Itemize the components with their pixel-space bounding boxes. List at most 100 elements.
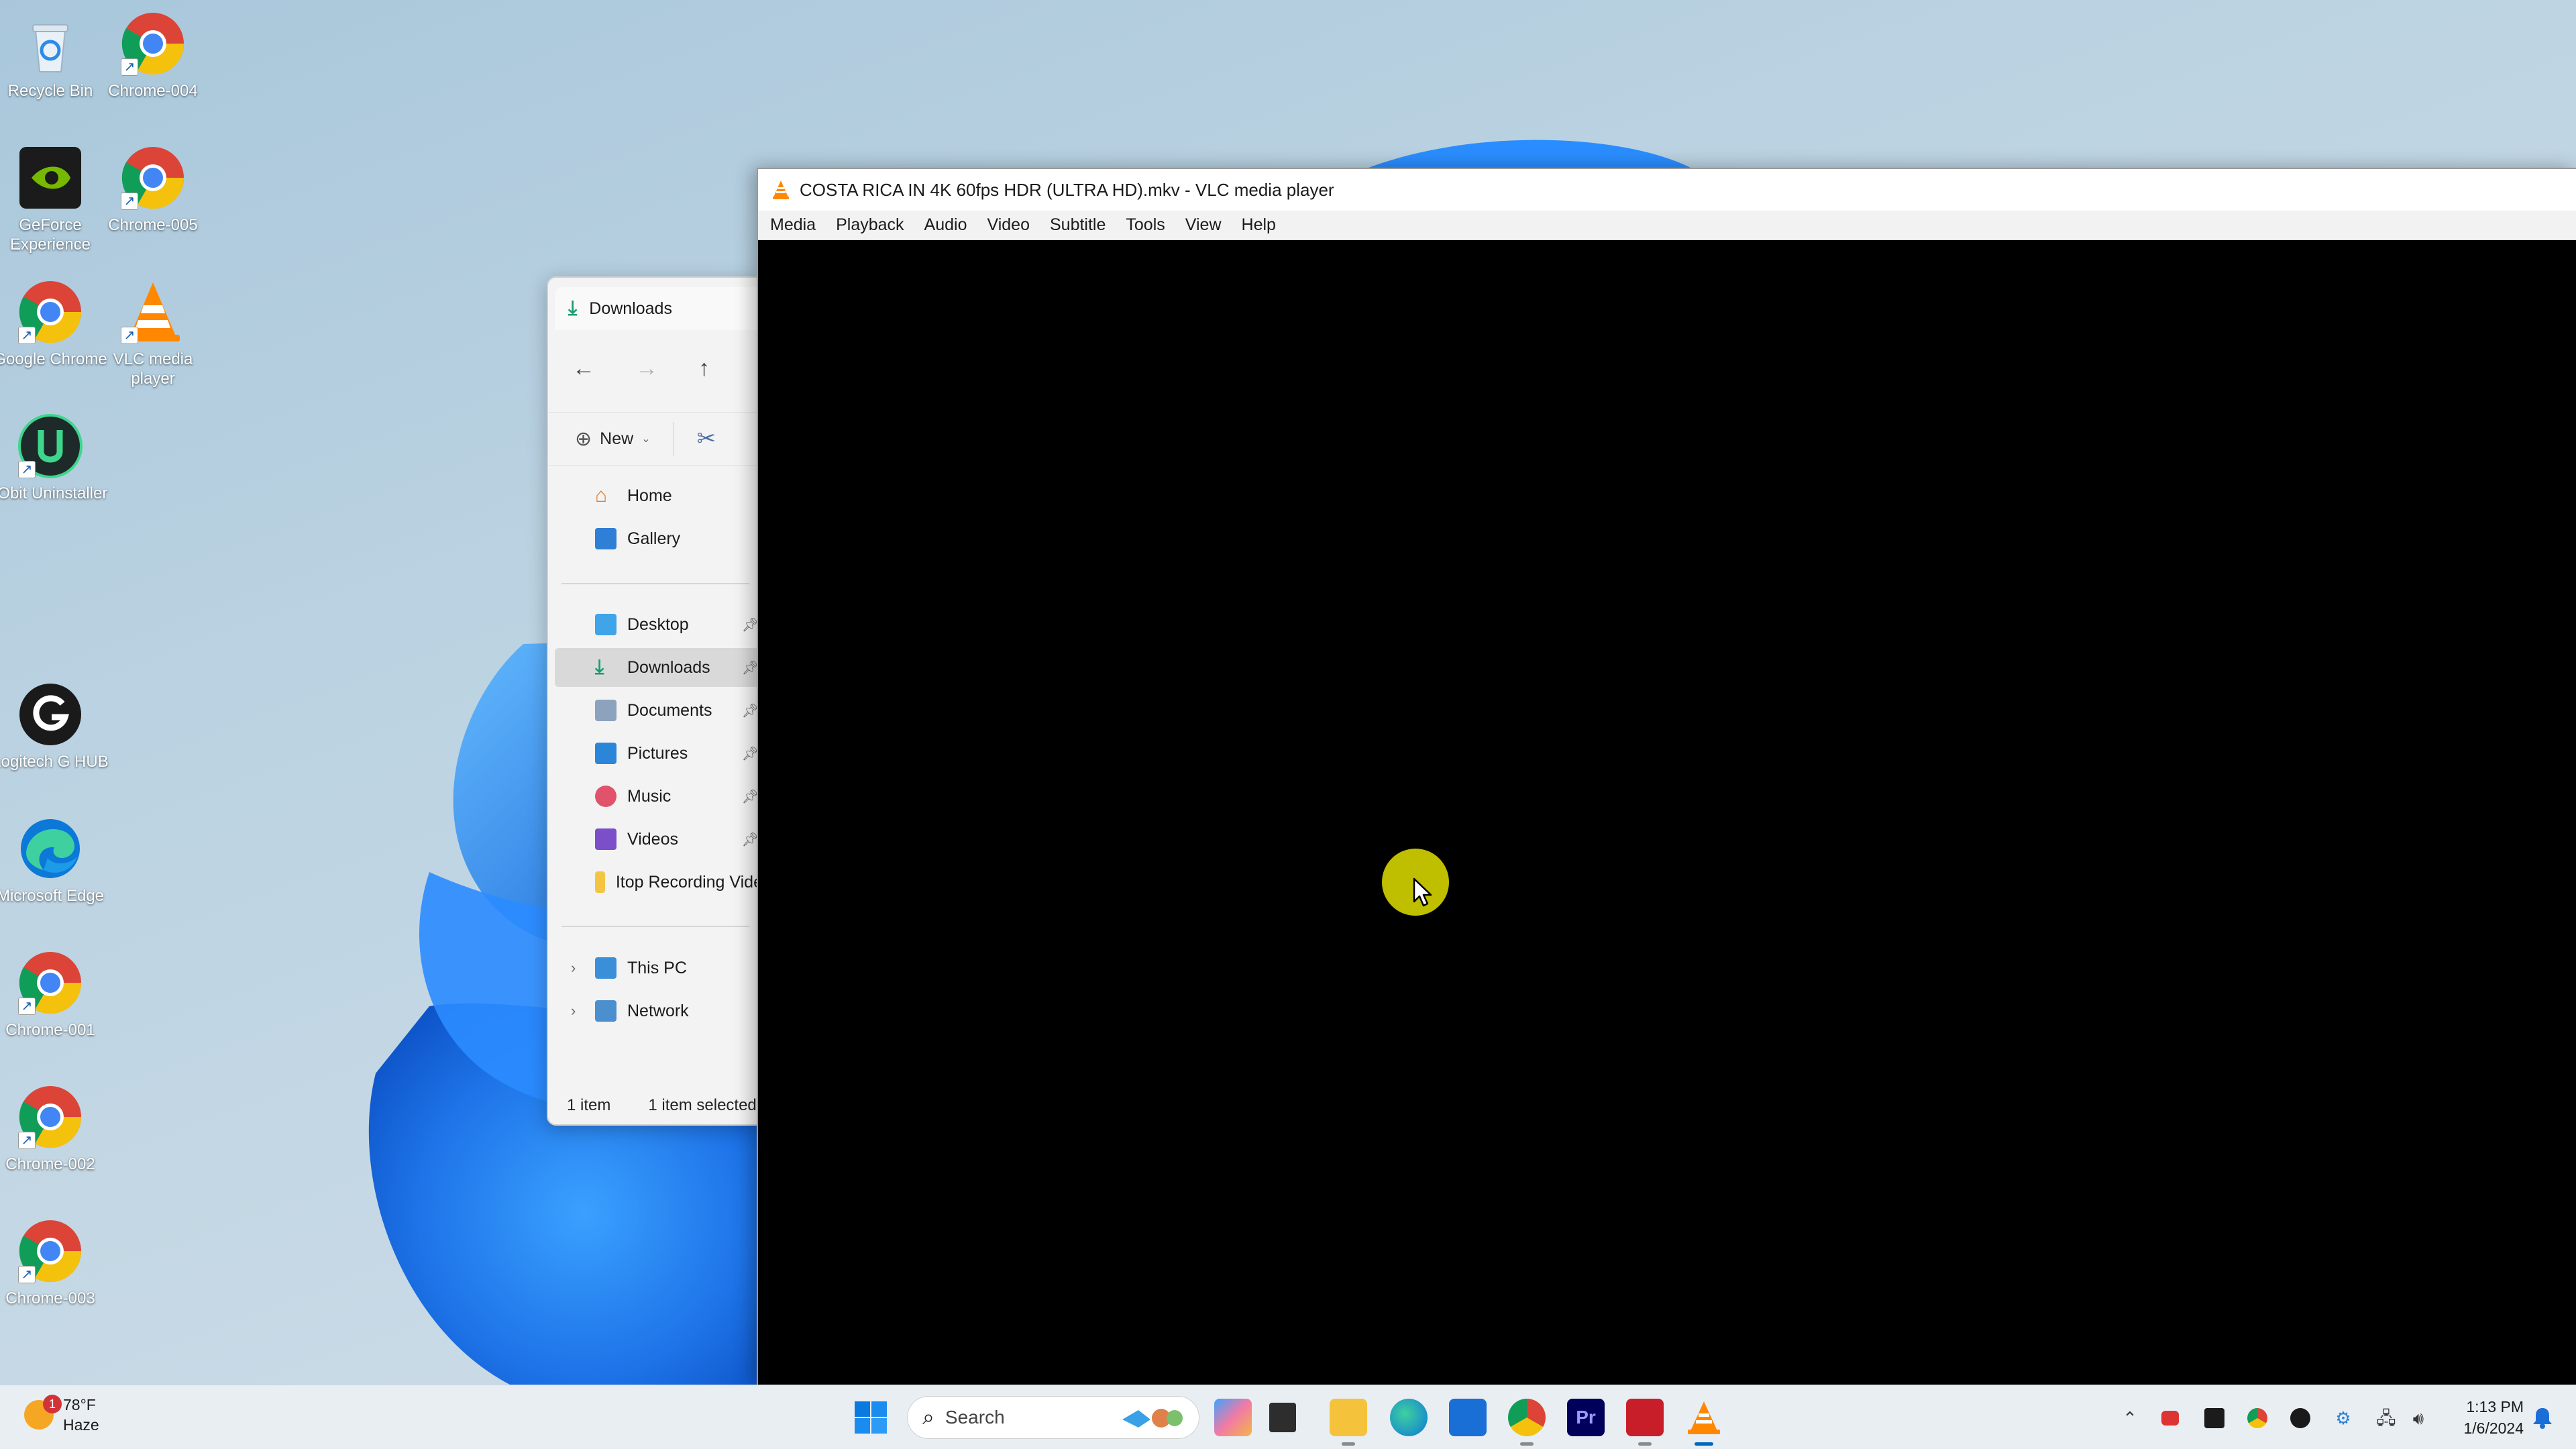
menu-video[interactable]: Video (987, 215, 1030, 235)
chrome-icon: ↗ (17, 949, 84, 1016)
sidebar-item-downloads[interactable]: ⤓ Downloads 📌︎ (555, 648, 760, 687)
taskbar-file-explorer-icon[interactable] (1330, 1399, 1367, 1446)
menu-media[interactable]: Media (770, 215, 816, 235)
tray-chrome-icon[interactable] (2247, 1408, 2267, 1428)
cut-scissors-icon[interactable]: ✂ (697, 425, 716, 452)
sidebar-item-itop-recording[interactable]: Itop Recording Vide (555, 863, 760, 902)
vlc-menu-bar: Media Playback Audio Video Subtitle Tool… (758, 211, 2576, 240)
iobit-icon: ↗ (17, 413, 84, 480)
vlc-window[interactable]: COSTA RICA IN 4K 60fps HDR (ULTRA HD).mk… (757, 168, 2576, 1387)
new-button[interactable]: ⊕ New ⌄ (575, 427, 651, 451)
taskbar-clock[interactable]: 1:13 PM 1/6/2024 (2450, 1396, 2524, 1439)
sidebar-item-documents[interactable]: Documents 📌︎ (555, 691, 760, 730)
network-icon (595, 1000, 616, 1022)
tray-network-icon[interactable]: 🖧︎ (2376, 1408, 2396, 1428)
sidebar-item-home[interactable]: ⌂ Home (555, 476, 760, 515)
menu-audio[interactable]: Audio (924, 215, 967, 235)
taskbar-premiere-icon[interactable]: Pr (1567, 1399, 1605, 1436)
sidebar-item-pictures[interactable]: Pictures 📌︎ (555, 734, 760, 773)
sidebar-item-this-pc[interactable]: › This PC (555, 949, 760, 987)
desktop-icon-microsoft-edge[interactable]: Microsoft Edge (0, 808, 111, 936)
chrome-icon: ↗ (17, 1083, 84, 1150)
chrome-icon: ↗ (17, 1218, 84, 1285)
new-button-label: New (600, 429, 634, 448)
search-placeholder: Search (945, 1407, 1005, 1428)
tray-nvidia-icon[interactable] (2204, 1408, 2224, 1428)
tray-volume-icon[interactable]: 🔊︎ (2408, 1408, 2428, 1428)
menu-view[interactable]: View (1185, 215, 1222, 235)
taskbar: 1 78°F Haze ⌕ Search Pr ⌃ ⚙ 🖧︎ 🔊︎ 1:13 P… (0, 1385, 2576, 1449)
menu-subtitle[interactable]: Subtitle (1050, 215, 1106, 235)
taskbar-store-icon[interactable] (1449, 1399, 1487, 1436)
sidebar-divider (561, 926, 749, 927)
menu-help[interactable]: Help (1242, 215, 1276, 235)
taskbar-chrome-icon[interactable] (1508, 1399, 1546, 1446)
desktop-icon-chrome-001[interactable]: ↗ Chrome-001 (0, 943, 111, 1070)
tray-settings-gear-icon[interactable]: ⚙ (2333, 1408, 2353, 1428)
taskbar-edge-icon[interactable] (1390, 1399, 1428, 1436)
tray-overflow-chevron-icon[interactable]: ⌃ (2120, 1408, 2140, 1428)
menu-tools[interactable]: Tools (1126, 215, 1165, 235)
sidebar-divider (561, 583, 749, 584)
desktop-icon-vlc[interactable]: ↗ VLC media player (93, 272, 213, 399)
computer-icon (595, 957, 616, 979)
status-item-count: 1 item (567, 1096, 611, 1114)
clock-time: 1:13 PM (2466, 1398, 2524, 1415)
clock-date: 1/6/2024 (2463, 1419, 2524, 1437)
tray-app-icon[interactable] (2161, 1411, 2179, 1426)
vlc-title-bar[interactable]: COSTA RICA IN 4K 60fps HDR (ULTRA HD).mk… (758, 169, 2576, 211)
tray-logitech-icon[interactable] (2290, 1408, 2310, 1428)
search-highlight-decoration-icon (1122, 1409, 1183, 1428)
sidebar-item-gallery[interactable]: Gallery (555, 519, 760, 558)
forward-arrow-icon[interactable]: → (635, 356, 658, 382)
explorer-tab-title: Downloads (589, 299, 672, 318)
desktop-icon-chrome-004[interactable]: ↗ Chrome-004 (93, 3, 213, 131)
music-icon (595, 786, 616, 807)
taskbar-task-view-icon[interactable] (1269, 1403, 1296, 1432)
home-icon: ⌂ (595, 484, 608, 506)
downloads-icon: ⤓ (595, 656, 604, 678)
explorer-status-bar: 1 item 1 item selected (567, 1096, 757, 1115)
windows-start-icon[interactable] (853, 1400, 888, 1435)
vlc-video-area[interactable] (758, 240, 2576, 1387)
notification-bell-icon[interactable] (2530, 1405, 2555, 1430)
menu-playback[interactable]: Playback (836, 215, 904, 235)
desktop-icon-chrome-005[interactable]: ↗ Chrome-005 (93, 138, 213, 265)
up-arrow-icon[interactable]: ↑ (698, 356, 710, 382)
desktop-icon-chrome-003[interactable]: ↗ Chrome-003 (0, 1211, 111, 1338)
weather-sun-icon: 1 (24, 1395, 62, 1430)
taskbar-search-box[interactable]: ⌕ Search (907, 1396, 1199, 1439)
vlc-icon: ↗ (119, 278, 186, 345)
desktop-icon-iobit-uninstaller[interactable]: ↗ IObit Uninstaller (0, 406, 111, 533)
chrome-icon: ↗ (119, 144, 186, 211)
sidebar-item-network[interactable]: › Network (555, 991, 760, 1030)
chevron-down-icon: ⌄ (641, 433, 651, 445)
plus-circle-icon: ⊕ (575, 427, 592, 450)
chevron-right-icon[interactable]: › (571, 959, 576, 977)
gallery-icon (595, 528, 616, 549)
sidebar-item-music[interactable]: Music 📌︎ (555, 777, 760, 816)
weather-widget[interactable]: 1 78°F Haze (24, 1395, 99, 1435)
download-arrow-icon: ⤓ (568, 297, 578, 319)
back-arrow-icon[interactable]: ← (572, 356, 595, 382)
edge-icon (17, 815, 84, 882)
status-selected-count: 1 item selected (648, 1096, 757, 1114)
taskbar-screen-recorder-icon[interactable] (1626, 1399, 1664, 1446)
geforce-icon (17, 144, 84, 211)
mouse-pointer-icon (1413, 877, 1432, 907)
explorer-toolbar: ⊕ New ⌄ ✂ (548, 412, 760, 466)
documents-icon (595, 700, 616, 721)
search-icon: ⌕ (922, 1405, 934, 1429)
explorer-tab-downloads[interactable]: ⤓ Downloads (555, 287, 760, 330)
chevron-right-icon[interactable]: › (571, 1002, 576, 1020)
desktop-icon-logitech-g-hub[interactable]: Logitech G HUB (0, 674, 111, 802)
file-explorer-window[interactable]: ⤓ Downloads ← → ↑ ⊕ New ⌄ ✂ ⌂ Home Galle… (547, 276, 761, 1126)
logitech-icon (17, 681, 84, 748)
sidebar-item-desktop[interactable]: Desktop 📌︎ (555, 605, 760, 644)
sidebar-item-videos[interactable]: Videos 📌︎ (555, 820, 760, 859)
taskbar-copilot-icon[interactable] (1214, 1399, 1252, 1436)
chrome-icon: ↗ (119, 10, 186, 77)
weather-temperature: 78°F (63, 1396, 96, 1413)
desktop-icon-chrome-002[interactable]: ↗ Chrome-002 (0, 1077, 111, 1204)
taskbar-vlc-icon[interactable] (1685, 1399, 1723, 1446)
